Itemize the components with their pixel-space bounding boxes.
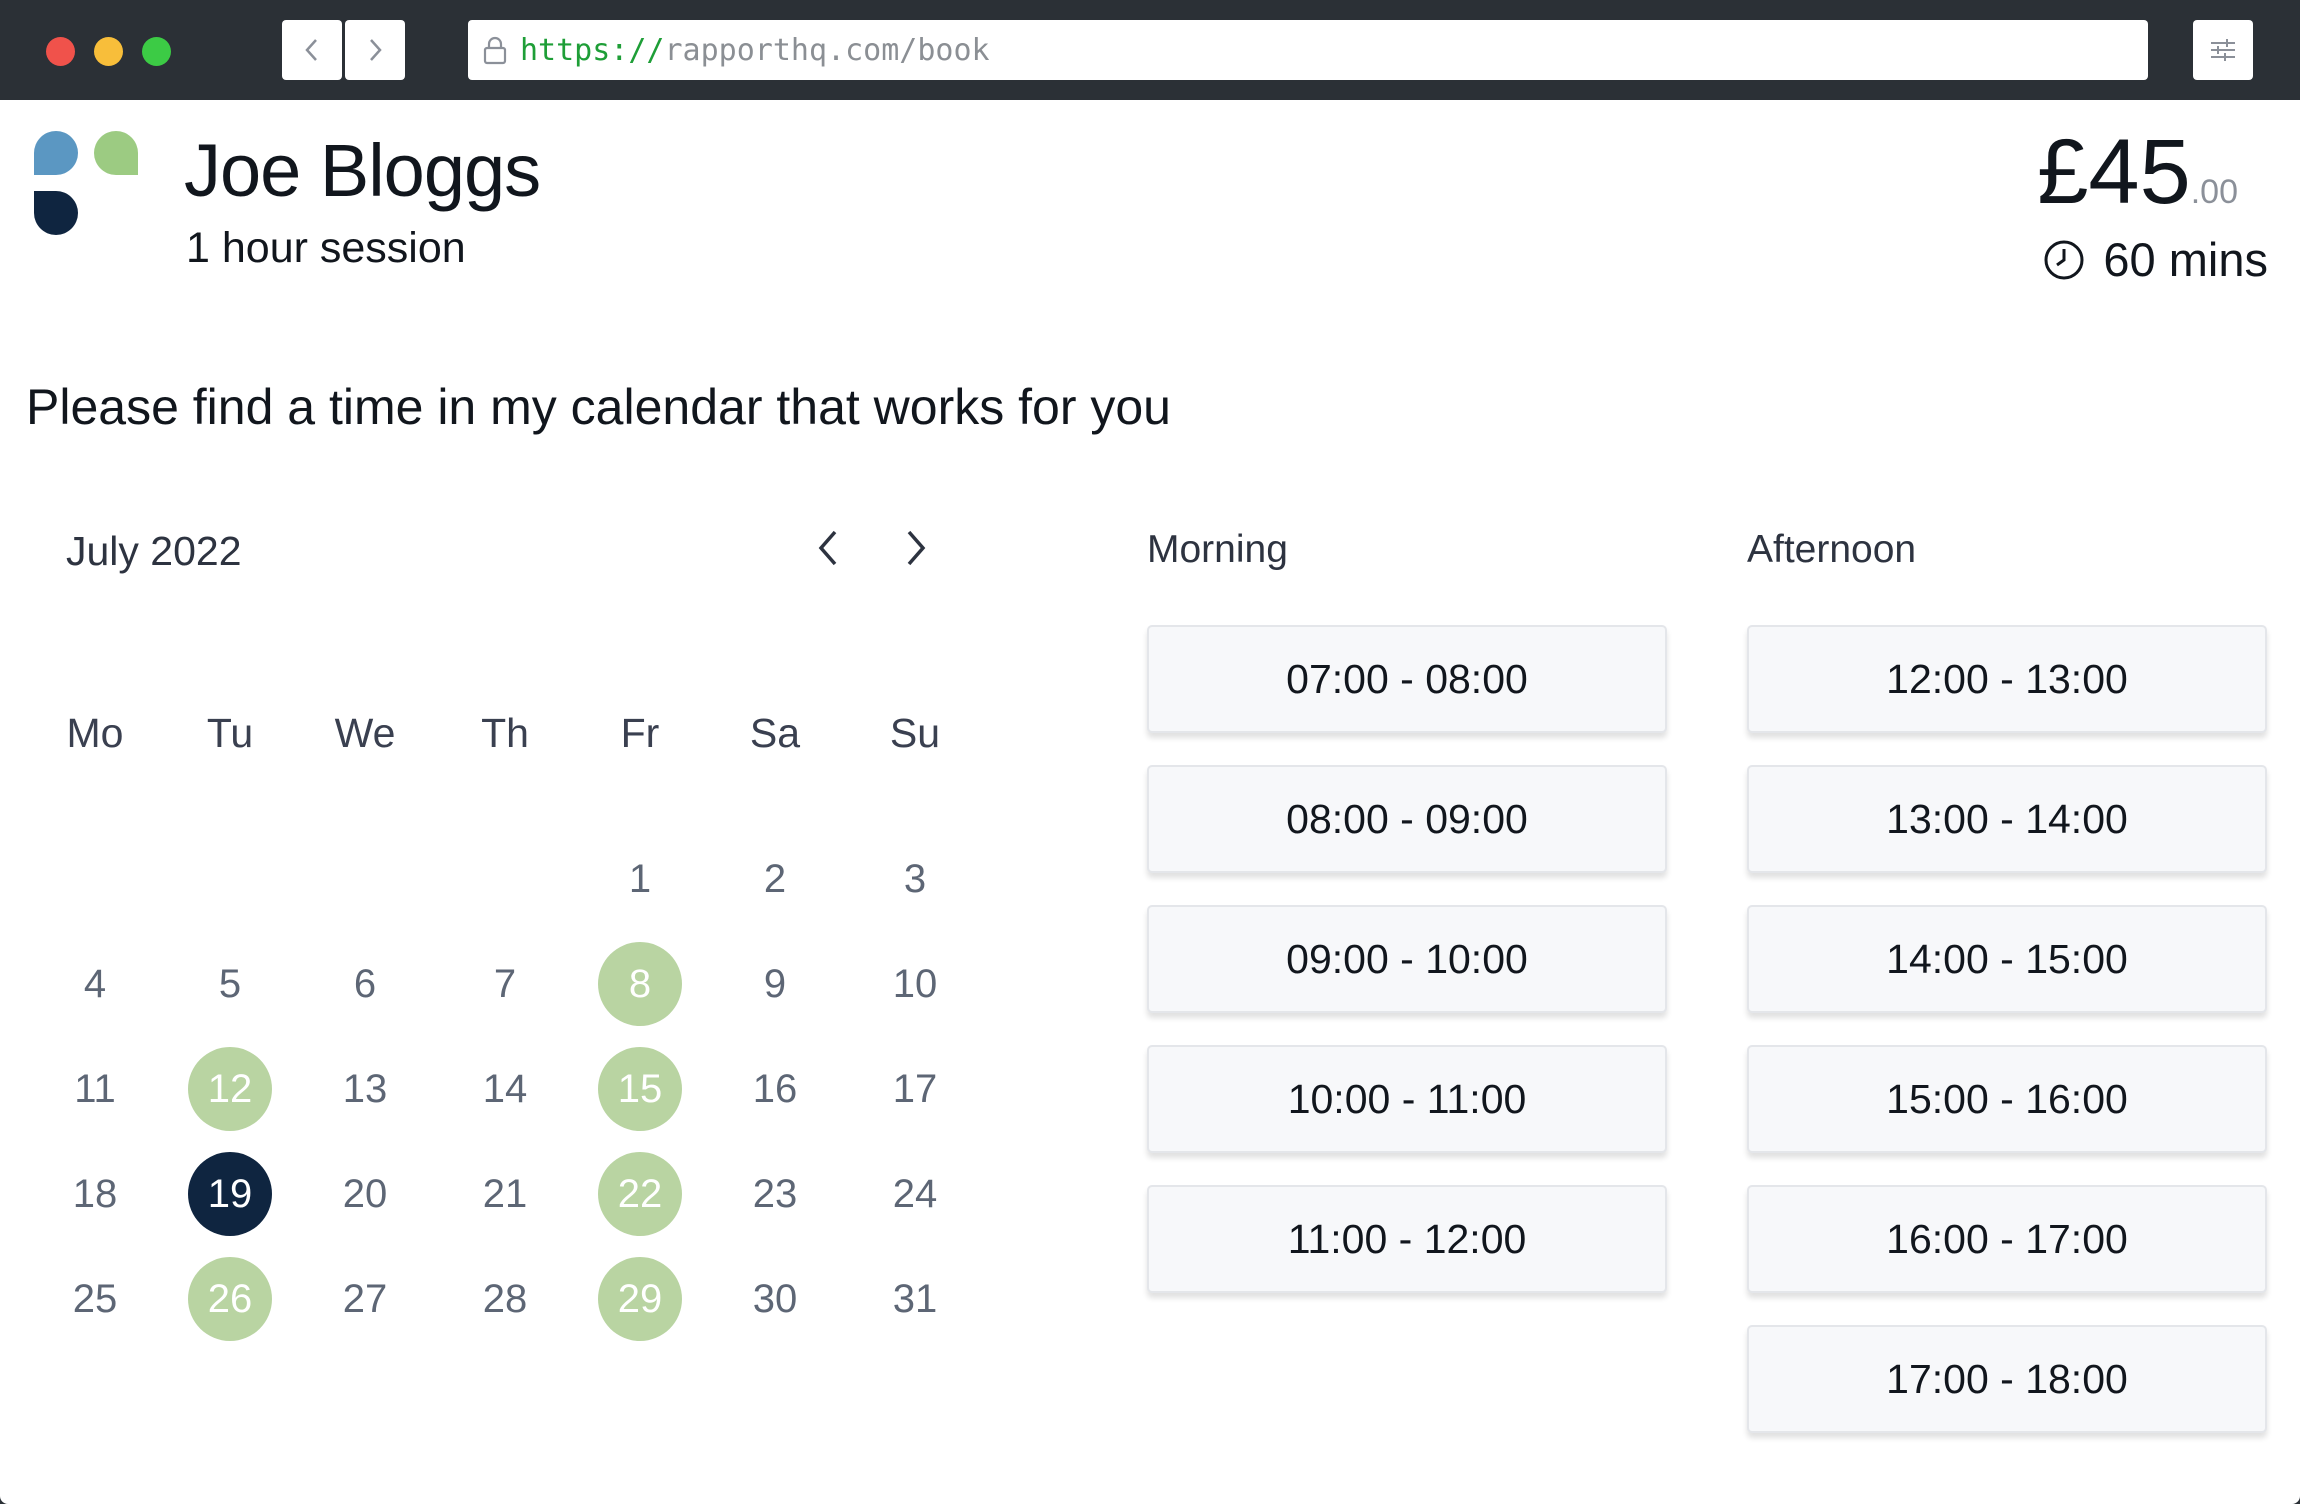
calendar-day: 30: [752, 1276, 798, 1321]
window-minimize-button[interactable]: [94, 37, 123, 66]
time-slot-button[interactable]: 10:00 - 11:00: [1147, 1045, 1667, 1153]
calendar-day: 13: [342, 1066, 388, 1111]
calendar-day: 1: [628, 856, 652, 901]
calendar-month: July 2022: [66, 528, 242, 574]
calendar-day: 18: [72, 1171, 118, 1216]
next-month-button[interactable]: [888, 520, 944, 576]
time-slot-button[interactable]: 07:00 - 08:00: [1147, 625, 1667, 733]
address-bar[interactable]: https://rapporthq.com/book: [468, 20, 2148, 80]
weekday-label: We: [334, 710, 396, 756]
calendar-day: 23: [752, 1171, 798, 1216]
price-cents: .00: [2190, 173, 2238, 211]
price: £45.00: [2037, 120, 2238, 225]
host-name: Joe Bloggs: [184, 129, 541, 212]
weekday-label: Fr: [620, 710, 660, 756]
calendar-day: 16: [752, 1066, 798, 1111]
booking-prompt: Please find a time in my calendar that w…: [26, 379, 1171, 435]
calendar-day-available[interactable]: 29: [598, 1257, 682, 1341]
calendar-day: 7: [493, 961, 517, 1006]
weekday-label: Su: [889, 710, 941, 756]
weekday-label: Mo: [66, 710, 124, 756]
time-slot-button[interactable]: 14:00 - 15:00: [1747, 905, 2267, 1013]
previous-month-button[interactable]: [800, 520, 856, 576]
calendar-day: 24: [892, 1171, 938, 1216]
url-scheme: https://: [520, 32, 665, 68]
calendar-day-selected[interactable]: 19: [188, 1152, 272, 1236]
morning-heading: Morning: [1147, 528, 1288, 571]
url-path: rapporthq.com/book: [664, 32, 990, 68]
duration-label: 60 mins: [2103, 233, 2268, 286]
afternoon-heading: Afternoon: [1747, 528, 1917, 571]
calendar-day: 25: [72, 1276, 118, 1321]
calendar-day-available[interactable]: 12: [188, 1047, 272, 1131]
time-slot-button[interactable]: 08:00 - 09:00: [1147, 765, 1667, 873]
time-slot-button[interactable]: 17:00 - 18:00: [1747, 1325, 2267, 1433]
back-icon: [305, 39, 317, 61]
calendar-day: 5: [218, 961, 242, 1006]
calendar-day: 17: [892, 1066, 938, 1111]
window-maximize-button[interactable]: [142, 37, 171, 66]
time-slot-button[interactable]: 13:00 - 14:00: [1747, 765, 2267, 873]
calendar-day: 11: [74, 1066, 116, 1111]
chevron-left-icon: [818, 530, 837, 566]
lock-icon: [483, 36, 507, 65]
price-main: £45: [2037, 121, 2191, 223]
calendar-day-available[interactable]: 22: [598, 1152, 682, 1236]
forward-icon: [370, 39, 382, 61]
rapport-logo: [34, 131, 138, 235]
time-slot-button[interactable]: 09:00 - 10:00: [1147, 905, 1667, 1013]
calendar-day: 3: [903, 856, 927, 901]
browser-back-button[interactable]: [282, 20, 342, 80]
calendar-day: 31: [892, 1276, 938, 1321]
clock-icon: [2044, 240, 2084, 279]
session-type: 1 hour session: [186, 224, 466, 272]
browser-forward-button[interactable]: [345, 20, 405, 80]
chevron-right-icon: [907, 530, 926, 566]
calendar-day: 10: [892, 961, 938, 1006]
calendar-day: 9: [763, 961, 787, 1006]
time-slot-button[interactable]: 12:00 - 13:00: [1747, 625, 2267, 733]
calendar-day: 20: [342, 1171, 388, 1216]
session-duration: 60 mins: [2043, 232, 2268, 287]
booking-page: Joe Bloggs 1 hour session £45.00 60 mins…: [0, 100, 2300, 1504]
calendar-day: 21: [482, 1171, 528, 1216]
browser-chrome: https://rapporthq.com/book: [0, 0, 2300, 100]
browser-settings-button[interactable]: [2193, 20, 2253, 80]
weekday-label: Th: [481, 710, 529, 756]
calendar-day: 14: [482, 1066, 528, 1111]
calendar-day: 28: [482, 1276, 528, 1321]
calendar-day: 6: [353, 961, 377, 1006]
time-slot-button[interactable]: 15:00 - 16:00: [1747, 1045, 2267, 1153]
window-close-button[interactable]: [46, 37, 75, 66]
time-slot-button[interactable]: 16:00 - 17:00: [1747, 1185, 2267, 1293]
weekday-label: Sa: [749, 710, 801, 756]
calendar-day-available[interactable]: 15: [598, 1047, 682, 1131]
settings-sliders-icon: [2211, 39, 2235, 61]
calendar-day: 27: [342, 1276, 388, 1321]
calendar-day: 2: [763, 856, 787, 901]
weekday-label: Tu: [206, 710, 254, 756]
calendar-day: 4: [83, 961, 107, 1006]
calendar-day-available[interactable]: 8: [598, 942, 682, 1026]
time-slot-button[interactable]: 11:00 - 12:00: [1147, 1185, 1667, 1293]
calendar-day-available[interactable]: 26: [188, 1257, 272, 1341]
